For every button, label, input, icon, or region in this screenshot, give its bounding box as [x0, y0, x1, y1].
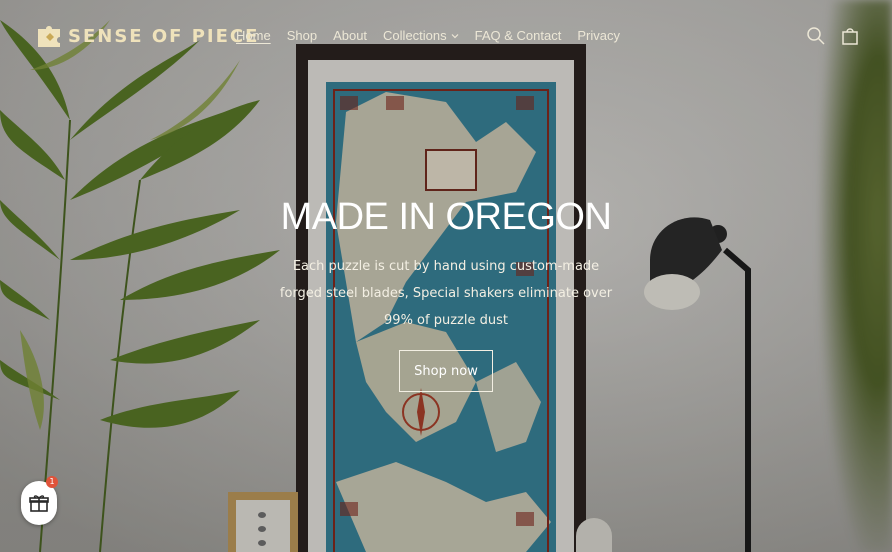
shop-now-button[interactable]: Shop now [399, 350, 493, 392]
main-navigation: Home Shop About Collections FAQ & Contac… [236, 28, 636, 43]
chevron-down-icon [451, 33, 459, 38]
brand-logo[interactable]: SENSE OF PIECE [36, 22, 259, 50]
nav-about[interactable]: About [333, 28, 367, 43]
brand-name: SENSE OF PIECE [68, 25, 260, 47]
nav-shop[interactable]: Shop [287, 28, 317, 43]
nav-privacy[interactable]: Privacy [577, 28, 620, 43]
hero-title: MADE IN OREGON [280, 196, 612, 238]
gift-badge-count: 1 [46, 476, 58, 488]
gift-icon [29, 495, 49, 512]
site-header: SENSE OF PIECE Home Shop About Collectio… [0, 0, 892, 72]
nav-collections-label: Collections [383, 28, 447, 43]
nav-faq-contact[interactable]: FAQ & Contact [475, 28, 562, 43]
nav-home[interactable]: Home [236, 28, 271, 43]
cart-icon[interactable] [840, 26, 860, 46]
header-actions [806, 26, 860, 46]
search-icon[interactable] [806, 26, 826, 46]
puzzle-piece-logo-icon [38, 26, 60, 47]
hero-subtitle: Each puzzle is cut by hand using custom-… [279, 259, 613, 328]
nav-collections[interactable]: Collections [383, 28, 459, 43]
hero-content: MADE IN OREGON Each puzzle is cut by han… [0, 196, 892, 392]
